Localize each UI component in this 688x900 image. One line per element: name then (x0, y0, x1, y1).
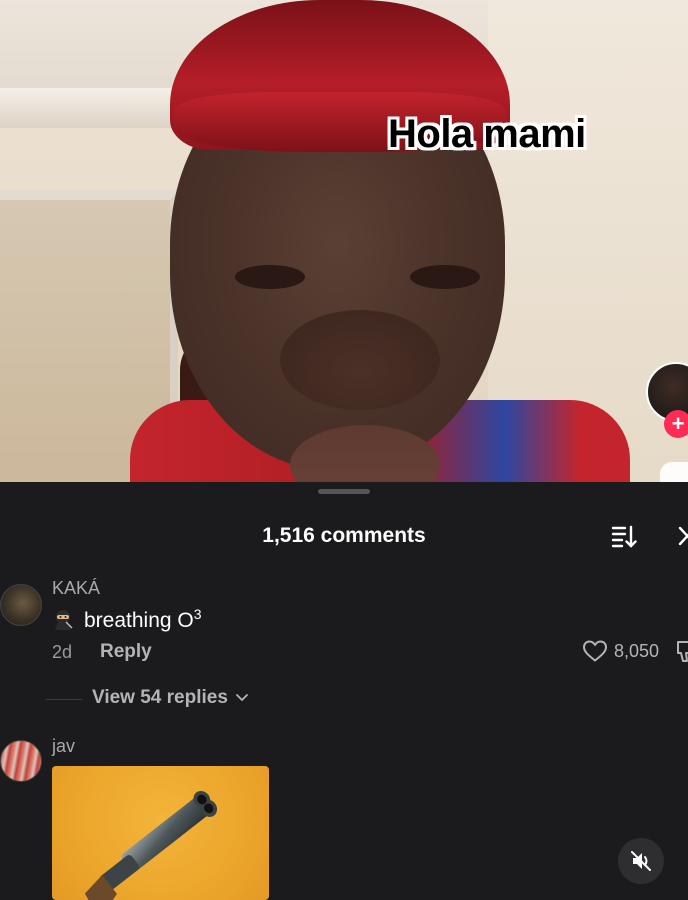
replies-divider (46, 699, 82, 700)
mute-icon (631, 851, 651, 871)
video-player[interactable]: Hola mami + (0, 0, 688, 482)
comment-text-main: breathing O (84, 609, 194, 632)
sort-icon[interactable] (610, 522, 638, 550)
comments-sheet: 1,516 comments KAKÁ breathing O3 2d Repl… (0, 482, 688, 900)
like-count: 8,050 (614, 640, 660, 661)
like-video-icon[interactable] (660, 462, 688, 482)
shotgun-icon (84, 790, 218, 900)
person-eye-left (235, 265, 305, 289)
video-person (130, 0, 630, 482)
dislike-icon[interactable] (676, 639, 688, 665)
mute-button[interactable] (618, 838, 664, 884)
person-eye-right (410, 265, 480, 289)
comment-username[interactable]: jav (52, 736, 75, 757)
avatar[interactable] (0, 740, 42, 782)
comments-count: 1,516 comments (262, 524, 426, 547)
comment-text: breathing O3 (52, 606, 202, 633)
reply-button[interactable]: Reply (100, 641, 152, 663)
comment-like[interactable]: 8,050 (582, 639, 659, 663)
comment-gif-attachment[interactable] (52, 766, 269, 900)
person-nose (280, 310, 440, 410)
follow-button[interactable]: + (664, 410, 688, 438)
ninja-emoji-icon (55, 610, 73, 630)
sheet-drag-handle[interactable] (318, 489, 370, 494)
avatar[interactable] (0, 584, 42, 626)
person-lips (290, 425, 440, 482)
view-replies-button[interactable]: View 54 replies (92, 687, 249, 709)
heart-icon[interactable] (582, 639, 608, 663)
close-icon[interactable] (675, 522, 688, 550)
comment-age: 2d (52, 642, 73, 662)
chevron-down-icon (236, 694, 249, 702)
comment-username[interactable]: KAKÁ (52, 578, 100, 599)
video-caption: Hola mami (388, 112, 586, 156)
comment-text-superscript: 3 (193, 606, 202, 622)
view-replies-label: View 54 replies (92, 687, 228, 708)
